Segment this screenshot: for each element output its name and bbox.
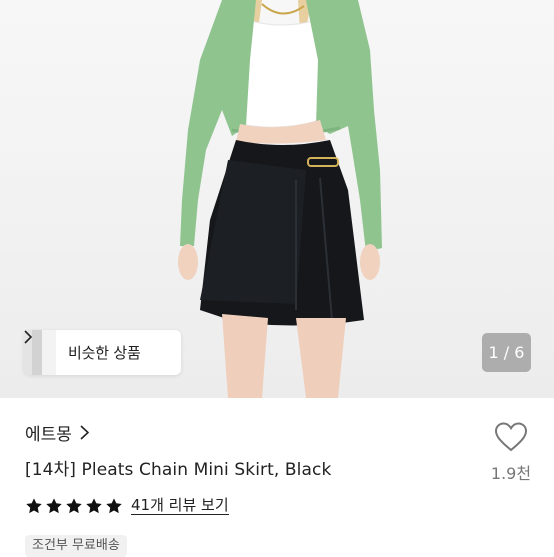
- product-photo-gallery[interactable]: 비슷한 상품 1 / 6: [0, 0, 554, 398]
- product-title: [14차] Pleats Chain Mini Skirt, Black: [25, 460, 332, 480]
- star-icon: [46, 497, 62, 513]
- star-icon: [26, 497, 42, 513]
- chevron-right-icon: [80, 425, 89, 440]
- like-button[interactable]: 1.9천: [486, 422, 536, 484]
- shop-name: 에트몽: [25, 425, 72, 445]
- like-count: 1.9천: [490, 464, 532, 483]
- similar-products-label: 비슷한 상품: [68, 344, 141, 362]
- shop-name-link[interactable]: 에트몽: [25, 420, 89, 445]
- rating-row: 41개 리뷰 보기: [25, 496, 229, 515]
- star-icon: [66, 497, 82, 513]
- rating-stars: [25, 497, 123, 515]
- heart-icon: [494, 422, 528, 456]
- star-icon: [106, 497, 122, 513]
- image-counter: 1 / 6: [482, 333, 531, 372]
- similar-products-button[interactable]: 비슷한 상품: [24, 330, 181, 375]
- star-icon: [86, 497, 102, 513]
- review-link[interactable]: 41개 리뷰 보기: [131, 496, 229, 515]
